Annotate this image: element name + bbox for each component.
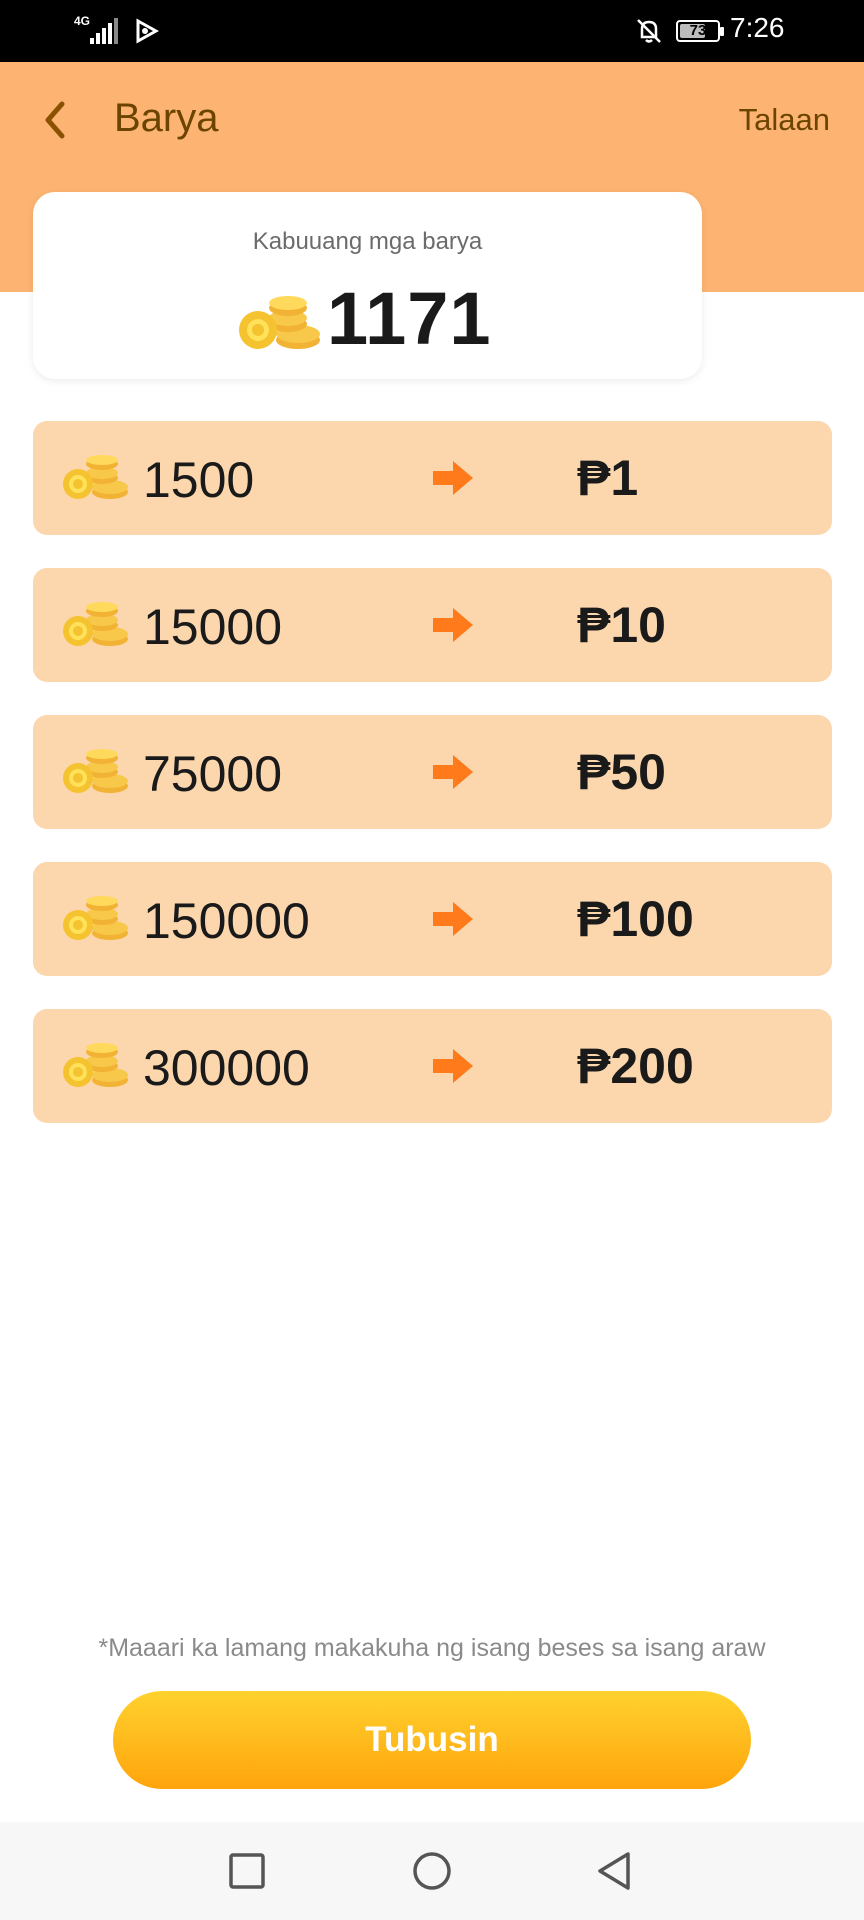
peso-value: ₱100	[577, 891, 694, 947]
status-bar: 4G 73 7:26	[0, 0, 864, 62]
coins-icon	[63, 896, 128, 940]
arrow-right-icon	[433, 902, 473, 936]
coin-amount: 75000	[143, 746, 283, 802]
exchange-option[interactable]: 150000 ₱100	[33, 862, 832, 976]
peso-value: ₱50	[577, 744, 666, 800]
home-icon[interactable]	[411, 1850, 453, 1892]
chevron-left-icon[interactable]	[36, 96, 76, 144]
coins-icon	[63, 1043, 128, 1087]
battery-icon: 73	[676, 20, 724, 42]
balance-card: Kabuuang mga barya 1171	[33, 192, 702, 379]
coins-icon	[239, 296, 320, 349]
exchange-option[interactable]: 75000 ₱50	[33, 715, 832, 829]
navigation-bar	[0, 1822, 864, 1920]
balance-label: Kabuuang mga barya	[252, 228, 483, 255]
coin-amount: 300000	[143, 1040, 310, 1096]
arrow-right-icon	[433, 1049, 473, 1083]
redeem-button[interactable]: Tubusin	[113, 1691, 751, 1789]
back-triangle-icon[interactable]	[594, 1850, 634, 1892]
clock: 7:26	[730, 12, 785, 43]
arrow-right-icon	[433, 461, 473, 495]
exchange-option[interactable]: 300000 ₱200	[33, 1009, 832, 1123]
bell-off-icon	[637, 19, 661, 43]
coins-icon	[63, 602, 128, 646]
exchange-options-list: 1500 ₱1 15000 ₱10 75000 ₱50 150000 ₱100 …	[33, 421, 832, 1156]
signal-icon	[90, 18, 118, 44]
coin-amount: 15000	[143, 599, 283, 655]
peso-value: ₱10	[577, 597, 666, 653]
page-title: Barya	[114, 96, 219, 140]
app-notification-icon	[136, 18, 159, 44]
arrow-right-icon	[433, 755, 473, 789]
balance-value: 1171	[327, 277, 492, 360]
peso-value: ₱1	[577, 450, 639, 506]
history-link[interactable]: Talaan	[739, 102, 830, 138]
coins-icon	[63, 455, 128, 499]
recent-apps-icon[interactable]	[228, 1852, 266, 1890]
exchange-option[interactable]: 1500 ₱1	[33, 421, 832, 535]
screen: 4G 73 7:26 Barya Talaan Kabuuang mga bar…	[0, 0, 864, 1920]
arrow-right-icon	[433, 608, 473, 642]
coin-amount: 150000	[143, 893, 310, 949]
exchange-option[interactable]: 15000 ₱10	[33, 568, 832, 682]
daily-limit-note: *Maaari ka lamang makakuha ng isang bese…	[98, 1634, 766, 1662]
battery-level-text: 73	[689, 22, 707, 39]
coin-amount: 1500	[143, 452, 255, 508]
coins-icon	[63, 749, 128, 793]
peso-value: ₱200	[577, 1038, 694, 1094]
